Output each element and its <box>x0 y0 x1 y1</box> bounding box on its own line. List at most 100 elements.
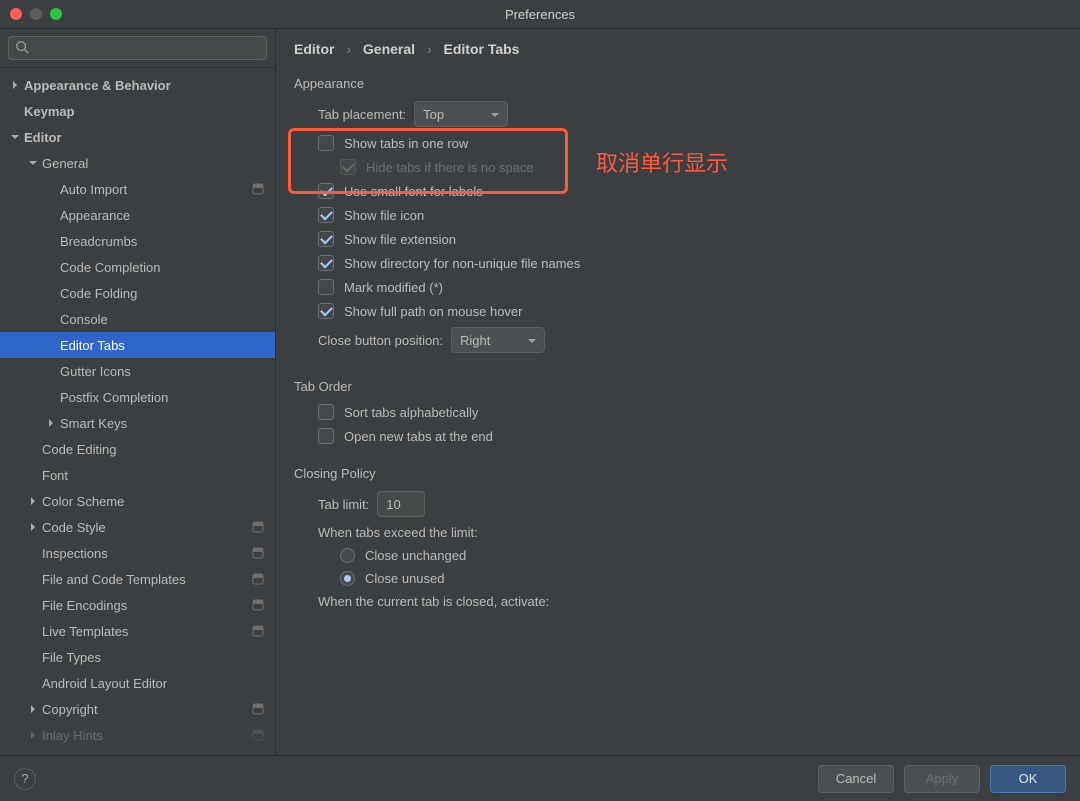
sidebar-item-file-encodings[interactable]: File Encodings <box>0 592 275 618</box>
sidebar-item-inlay-hints[interactable]: Inlay Hints <box>0 722 275 748</box>
when-closed-label: When the current tab is closed, activate… <box>318 594 549 609</box>
close-unused-radio[interactable] <box>340 571 355 586</box>
section-tab-order: Tab Order <box>294 379 1062 394</box>
project-scope-icon <box>251 702 265 716</box>
breadcrumb: Editor › General › Editor Tabs <box>276 29 1080 66</box>
sidebar-item-file-types[interactable]: File Types <box>0 644 275 670</box>
sidebar-item-appearance[interactable]: Appearance <box>0 202 275 228</box>
footer: ? Cancel Apply OK <box>0 755 1080 801</box>
show-file-icon-label: Show file icon <box>344 208 424 223</box>
sidebar-item-file-and-code-templates[interactable]: File and Code Templates <box>0 566 275 592</box>
hide-tabs-no-space-checkbox <box>340 159 356 175</box>
chevron-down-icon <box>477 107 499 122</box>
close-unchanged-radio[interactable] <box>340 548 355 563</box>
sidebar-item-label: Smart Keys <box>60 416 265 431</box>
sidebar-item-editor[interactable]: Editor <box>0 124 275 150</box>
sidebar-item-postfix-completion[interactable]: Postfix Completion <box>0 384 275 410</box>
sidebar-item-breadcrumbs[interactable]: Breadcrumbs <box>0 228 275 254</box>
chevron-right-icon[interactable] <box>26 731 40 739</box>
window-close-button[interactable] <box>10 8 22 20</box>
show-tabs-one-row-checkbox[interactable] <box>318 135 334 151</box>
sidebar-item-label: Gutter Icons <box>60 364 265 379</box>
ok-button[interactable]: OK <box>990 765 1066 793</box>
sidebar-item-label: General <box>42 156 265 171</box>
sidebar-item-label: File Encodings <box>42 598 251 613</box>
content-pane: Editor › General › Editor Tabs Appearanc… <box>276 29 1080 755</box>
chevron-right-icon[interactable] <box>26 497 40 505</box>
project-scope-icon <box>251 520 265 534</box>
sidebar-item-gutter-icons[interactable]: Gutter Icons <box>0 358 275 384</box>
project-scope-icon <box>251 598 265 612</box>
sidebar-item-label: Editor Tabs <box>60 338 265 353</box>
show-full-path-checkbox[interactable] <box>318 303 334 319</box>
chevron-right-icon[interactable] <box>8 81 22 89</box>
cancel-button[interactable]: Cancel <box>818 765 894 793</box>
project-scope-icon <box>251 546 265 560</box>
sidebar-item-label: Live Templates <box>42 624 251 639</box>
mark-modified-label: Mark modified (*) <box>344 280 443 295</box>
sidebar-item-smart-keys[interactable]: Smart Keys <box>0 410 275 436</box>
sidebar-item-label: Android Layout Editor <box>42 676 265 691</box>
chevron-right-icon[interactable] <box>26 705 40 713</box>
sidebar-item-label: Code Style <box>42 520 251 535</box>
breadcrumb-editor[interactable]: Editor <box>294 41 334 57</box>
close-btn-pos-select[interactable]: Right <box>451 327 545 353</box>
show-file-ext-checkbox[interactable] <box>318 231 334 247</box>
sidebar-item-keymap[interactable]: Keymap <box>0 98 275 124</box>
sidebar-item-code-completion[interactable]: Code Completion <box>0 254 275 280</box>
tab-placement-select[interactable]: Top <box>414 101 508 127</box>
open-at-end-label: Open new tabs at the end <box>344 429 493 444</box>
sort-alpha-checkbox[interactable] <box>318 404 334 420</box>
apply-button[interactable]: Apply <box>904 765 980 793</box>
tab-limit-input[interactable] <box>377 491 425 517</box>
chevron-right-icon[interactable] <box>44 419 58 427</box>
sidebar-item-code-editing[interactable]: Code Editing <box>0 436 275 462</box>
sidebar: Appearance & Behavior KeymapEditor General… <box>0 29 276 755</box>
sidebar-item-label: Appearance <box>60 208 265 223</box>
breadcrumb-general[interactable]: General <box>363 41 415 57</box>
sidebar-item-live-templates[interactable]: Live Templates <box>0 618 275 644</box>
open-at-end-checkbox[interactable] <box>318 428 334 444</box>
sidebar-item-android-layout-editor[interactable]: Android Layout Editor <box>0 670 275 696</box>
search-input[interactable] <box>33 41 260 55</box>
sidebar-item-label: Copyright <box>42 702 251 717</box>
project-scope-icon <box>251 572 265 586</box>
mark-modified-checkbox[interactable] <box>318 279 334 295</box>
window-title: Preferences <box>0 7 1080 22</box>
sidebar-item-console[interactable]: Console <box>0 306 275 332</box>
sidebar-item-appearance-behavior[interactable]: Appearance & Behavior <box>0 72 275 98</box>
close-btn-pos-label: Close button position: <box>318 333 443 348</box>
sidebar-item-label: Code Completion <box>60 260 265 275</box>
project-scope-icon <box>251 182 265 196</box>
sidebar-item-label: File Types <box>42 650 265 665</box>
sidebar-item-font[interactable]: Font <box>0 462 275 488</box>
chevron-right-icon[interactable] <box>26 523 40 531</box>
sidebar-item-general[interactable]: General <box>0 150 275 176</box>
help-button[interactable]: ? <box>14 768 36 790</box>
sidebar-item-label: Auto Import <box>60 182 251 197</box>
show-file-icon-checkbox[interactable] <box>318 207 334 223</box>
use-small-font-checkbox[interactable] <box>318 183 334 199</box>
window-maximize-button[interactable] <box>50 8 62 20</box>
sidebar-item-inspections[interactable]: Inspections <box>0 540 275 566</box>
sidebar-item-color-scheme[interactable]: Color Scheme <box>0 488 275 514</box>
sidebar-item-code-folding[interactable]: Code Folding <box>0 280 275 306</box>
tab-placement-label: Tab placement: <box>318 107 406 122</box>
window-minimize-button[interactable] <box>30 8 42 20</box>
close-unused-label: Close unused <box>365 571 445 586</box>
show-dir-nonunique-checkbox[interactable] <box>318 255 334 271</box>
sidebar-item-code-style[interactable]: Code Style <box>0 514 275 540</box>
sidebar-item-label: Code Editing <box>42 442 265 457</box>
sidebar-item-label: Appearance & Behavior <box>24 78 265 93</box>
section-closing-policy: Closing Policy <box>294 466 1062 481</box>
sidebar-item-copyright[interactable]: Copyright <box>0 696 275 722</box>
sidebar-item-auto-import[interactable]: Auto Import <box>0 176 275 202</box>
chevron-down-icon[interactable] <box>26 159 40 167</box>
chevron-down-icon[interactable] <box>8 133 22 141</box>
sort-alpha-label: Sort tabs alphabetically <box>344 405 478 420</box>
sidebar-item-editor-tabs[interactable]: Editor Tabs <box>0 332 275 358</box>
search-box[interactable] <box>8 36 267 60</box>
sidebar-item-label: Console <box>60 312 265 327</box>
sidebar-item-label: Breadcrumbs <box>60 234 265 249</box>
settings-tree[interactable]: Appearance & Behavior KeymapEditor General… <box>0 68 275 755</box>
